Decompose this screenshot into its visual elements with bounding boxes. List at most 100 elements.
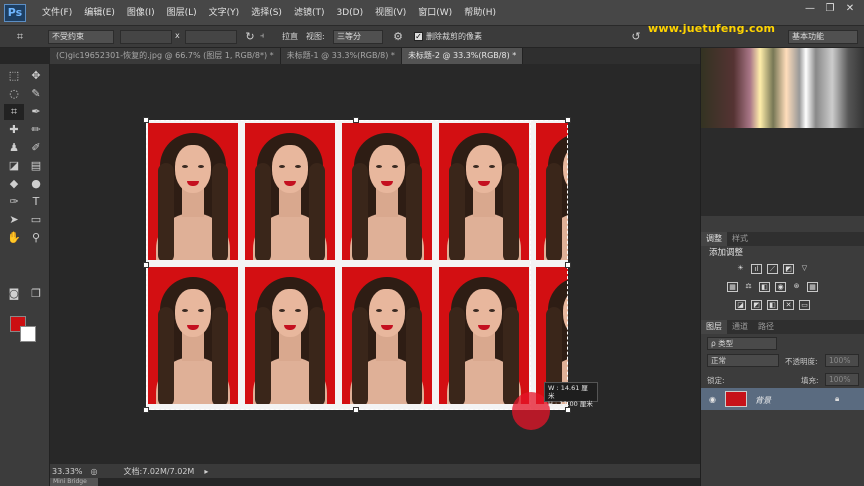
portrait-photo [245, 123, 335, 260]
invert-icon[interactable]: ◪ [735, 300, 746, 310]
lasso-icon[interactable]: ◌ [4, 86, 24, 102]
gear-icon[interactable]: ⚙ [388, 29, 408, 45]
brush-icon[interactable]: ✏ [26, 122, 46, 138]
doc-size: 文档:7.02M/7.02M [123, 466, 195, 476]
gradient-icon[interactable]: ▤ [26, 158, 46, 174]
threshold-icon[interactable]: ◧ [767, 300, 778, 310]
crop-handle-left[interactable] [143, 262, 149, 268]
stamp-icon[interactable]: ♟ [4, 140, 24, 156]
view-select[interactable]: 三等分 [333, 30, 383, 44]
menu-layer[interactable]: 图层(L) [161, 0, 203, 26]
text-icon[interactable]: T [26, 194, 46, 210]
shape-icon[interactable]: ▭ [26, 212, 46, 228]
menu-filter[interactable]: 滤镜(T) [288, 0, 331, 26]
levels-icon[interactable]: ıl [751, 264, 762, 274]
pen-icon[interactable]: ✑ [4, 194, 24, 210]
tab-layers[interactable]: 图层 [701, 320, 727, 334]
background-color-swatch[interactable] [20, 326, 36, 342]
brightness-icon[interactable]: ☀ [735, 264, 746, 274]
healing-icon[interactable]: ✚ [4, 122, 24, 138]
color-picker-area[interactable] [701, 48, 864, 128]
layer-kind-filter[interactable]: ρ 类型 [707, 337, 777, 350]
minimize-button[interactable]: — [800, 2, 820, 16]
menu-window[interactable]: 窗口(W) [412, 0, 458, 26]
crop-handle-top-left[interactable] [143, 117, 149, 123]
close-button[interactable]: ✕ [840, 2, 860, 16]
mini-bridge-tab[interactable]: Mini Bridge [50, 478, 98, 486]
hue-icon[interactable]: ▦ [727, 282, 738, 292]
workspace-select[interactable]: 基本功能 [788, 30, 858, 44]
exposure-icon[interactable]: ◩ [783, 264, 794, 274]
ratio-select[interactable]: 不受约束 [48, 30, 114, 44]
tab-doc-2[interactable]: 未标题-1 @ 33.3%(RGB/8) * [280, 48, 402, 64]
posterize-icon[interactable]: ◩ [751, 300, 762, 310]
portrait-photo [245, 267, 335, 404]
history-brush-icon[interactable]: ✐ [26, 140, 46, 156]
restore-button[interactable]: ❐ [820, 2, 840, 16]
delete-cropped-checkbox[interactable]: ✓ [414, 32, 423, 41]
menu-help[interactable]: 帮助(H) [458, 0, 502, 26]
eyedropper-icon[interactable]: ✒ [26, 104, 46, 120]
path-select-icon[interactable]: ➤ [4, 212, 24, 228]
blur-icon[interactable]: ◆ [4, 176, 24, 192]
marquee-icon[interactable]: ⬚ [4, 68, 24, 84]
menu-file[interactable]: 文件(F) [36, 0, 78, 26]
crop-handle-bottom[interactable] [353, 407, 359, 413]
size-tooltip: W : 14.61 厘米 H : 11.00 厘米 [544, 382, 598, 408]
visibility-eye-icon[interactable]: ◉ [709, 395, 716, 404]
color-lookup-icon[interactable]: ▦ [807, 282, 818, 292]
crop-handle-bottom-left[interactable] [143, 407, 149, 413]
clear-icon[interactable]: ⫞ [260, 31, 264, 41]
blend-mode-select[interactable]: 正常 [707, 354, 779, 367]
channel-mixer-icon[interactable]: ⊛ [791, 282, 802, 292]
crop-handle-top-right[interactable] [565, 117, 571, 123]
curves-icon[interactable]: ⟋ [767, 264, 778, 274]
menu-view[interactable]: 视图(V) [369, 0, 412, 26]
status-menu-icon[interactable]: ▸ [204, 467, 208, 476]
menu-items: 文件(F) 编辑(E) 图像(I) 图层(L) 文字(Y) 选择(S) 滤镜(T… [36, 0, 502, 26]
straighten-button[interactable]: 拉直 [282, 31, 298, 42]
zoom-icon[interactable]: ⚲ [26, 230, 46, 246]
share-icon[interactable]: ◎ [91, 467, 98, 476]
tab-styles[interactable]: 样式 [727, 232, 753, 246]
menu-image[interactable]: 图像(I) [121, 0, 161, 26]
eraser-icon[interactable]: ◪ [4, 158, 24, 174]
selective-color-icon[interactable]: ✕ [783, 300, 794, 310]
crop-icon[interactable]: ⌗ [4, 104, 24, 120]
add-adjustment-label: 添加调整 [709, 248, 744, 258]
width-field[interactable] [120, 30, 172, 44]
tab-doc-3[interactable]: 未标题-2 @ 33.3%(RGB/8) * [401, 48, 524, 64]
color-balance-icon[interactable]: ⚖ [743, 282, 754, 292]
menu-3d[interactable]: 3D(D) [330, 0, 369, 26]
reset-icon[interactable]: ↺ [626, 29, 646, 45]
tab-paths[interactable]: 路径 [753, 320, 779, 334]
crop-handle-top[interactable] [353, 117, 359, 123]
menu-select[interactable]: 选择(S) [245, 0, 288, 26]
tab-adjustments[interactable]: 调整 [701, 232, 727, 246]
height-field[interactable] [185, 30, 237, 44]
gradient-map-icon[interactable]: ▭ [799, 300, 810, 310]
crop-handle-right[interactable] [565, 262, 571, 268]
brush-select-icon[interactable]: ✎ [26, 86, 46, 102]
move-icon[interactable]: ✥ [26, 68, 46, 84]
layer-name[interactable]: 背景 [755, 395, 771, 406]
fill-input[interactable]: 100% [825, 373, 859, 386]
document-canvas[interactable] [146, 120, 568, 410]
black-white-icon[interactable]: ◧ [759, 282, 770, 292]
crop-tool-icon[interactable]: ⌗ [10, 29, 30, 45]
tab-doc-1[interactable]: (C)gic19652301-恢复的.jpg @ 66.7% (图层 1, RG… [50, 48, 281, 64]
photoshop-logo: Ps [4, 3, 26, 22]
adjustments-header: 调整 样式 [701, 232, 864, 246]
menu-type[interactable]: 文字(Y) [203, 0, 246, 26]
menu-edit[interactable]: 编辑(E) [78, 0, 121, 26]
hand-icon[interactable]: ✋ [4, 230, 24, 246]
zoom-level[interactable]: 33.33% [52, 467, 83, 476]
opacity-input[interactable]: 100% [825, 354, 859, 367]
tab-channels[interactable]: 通道 [727, 320, 753, 334]
quick-mask-icon[interactable]: ◙ [4, 286, 24, 302]
photo-filter-icon[interactable]: ◉ [775, 282, 786, 292]
vibrance-icon[interactable]: ▽ [799, 264, 810, 274]
screen-mode-icon[interactable]: ❐ [26, 286, 46, 302]
swap-icon[interactable]: ↻ [240, 29, 260, 45]
dodge-icon[interactable]: ● [26, 176, 46, 192]
